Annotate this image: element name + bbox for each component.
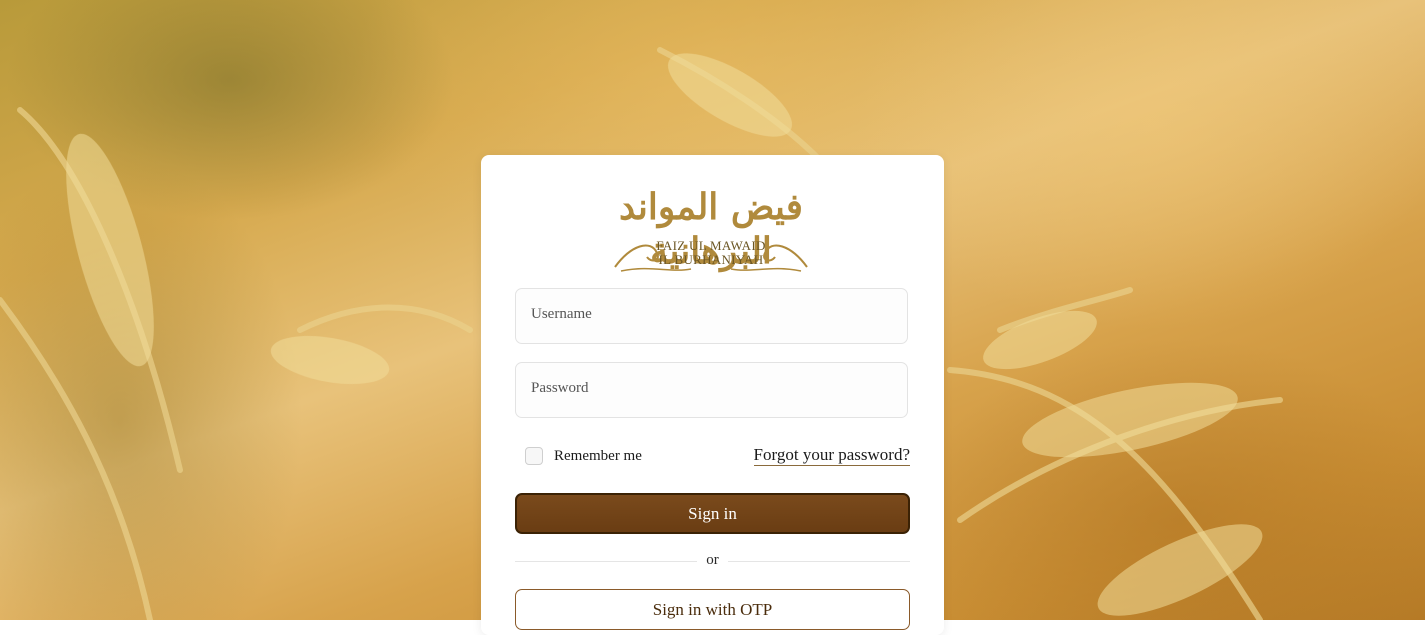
or-divider: or (515, 552, 910, 572)
username-input[interactable] (529, 305, 893, 324)
password-input[interactable] (529, 379, 893, 398)
login-card: فيض المواند البرهانية FAIZ UL MAWAID IL … (481, 155, 944, 635)
remember-me-row[interactable]: Remember me (525, 445, 642, 467)
password-field[interactable] (515, 362, 908, 418)
divider-rule-right (728, 561, 910, 562)
brand-name-line2: IL BURHANIYAH (658, 252, 764, 267)
sign-in-otp-button[interactable]: Sign in with OTP (515, 589, 910, 630)
sign-in-button[interactable]: Sign in (515, 493, 910, 534)
remember-me-checkbox[interactable] (525, 447, 543, 465)
remember-me-label[interactable]: Remember me (554, 448, 642, 465)
brand-logo: فيض المواند البرهانية FAIZ UL MAWAID IL … (611, 185, 811, 275)
forgot-password-link[interactable]: Forgot your password? (753, 444, 910, 466)
username-field[interactable] (515, 288, 908, 344)
